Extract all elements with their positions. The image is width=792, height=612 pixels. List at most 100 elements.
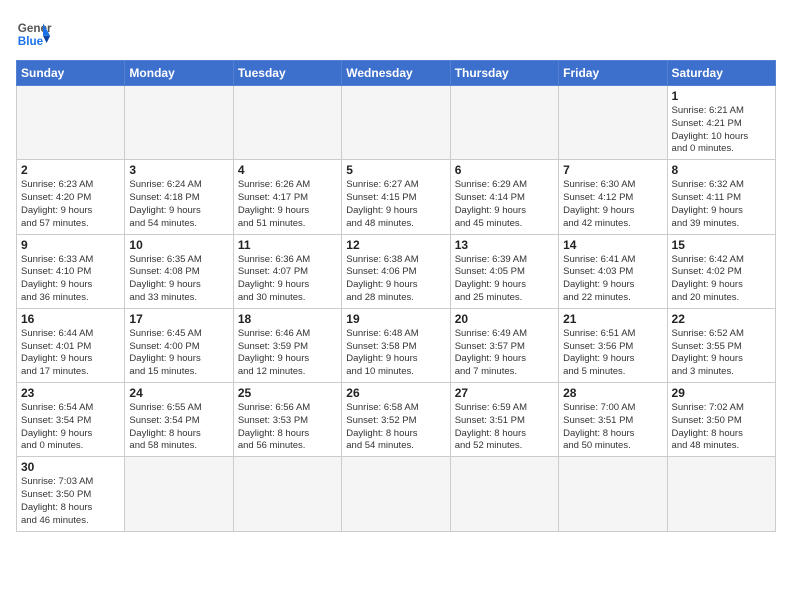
- day-number: 24: [129, 386, 228, 400]
- calendar-cell: 10Sunrise: 6:35 AM Sunset: 4:08 PM Dayli…: [125, 234, 233, 308]
- day-info: Sunrise: 6:59 AM Sunset: 3:51 PM Dayligh…: [455, 402, 554, 453]
- day-info: Sunrise: 6:52 AM Sunset: 3:55 PM Dayligh…: [672, 328, 771, 379]
- weekday-wednesday: Wednesday: [342, 61, 450, 86]
- calendar-cell: 5 Sunrise: 6:27 AM Sunset: 4:15 PM Daylig…: [342, 160, 450, 234]
- weekday-tuesday: Tuesday: [233, 61, 341, 86]
- day-info: Sunrise: 6:44 AM Sunset: 4:01 PM Dayligh…: [21, 328, 120, 379]
- day-info: Sunrise: 6:56 AM Sunset: 3:53 PM Dayligh…: [238, 402, 337, 453]
- day-info: Sunrise: 6:58 AM Sunset: 3:52 PM Dayligh…: [346, 402, 445, 453]
- day-number: 1: [672, 89, 771, 103]
- calendar-cell: 18 Sunrise: 6:46 AM Sunset: 3:59 PM Dayli…: [233, 308, 341, 382]
- logo-icon: General Blue: [16, 16, 52, 52]
- day-number: 8: [672, 163, 771, 177]
- day-number: 4: [238, 163, 337, 177]
- day-info: Sunrise: 7:02 AM Sunset: 3:50 PM Dayligh…: [672, 402, 771, 453]
- day-info: Sunrise: 6:32 AM Sunset: 4:11 PM Dayligh…: [672, 179, 771, 230]
- day-info: Sunrise: 6:30 AM Sunset: 4:12 PM Dayligh…: [563, 179, 662, 230]
- day-number: 16: [21, 312, 120, 326]
- calendar-cell: 27 Sunrise: 6:59 AM Sunset: 3:51 PM Dayli…: [450, 383, 558, 457]
- day-number: 11: [238, 238, 337, 252]
- calendar-cell: 8 Sunrise: 6:32 AM Sunset: 4:11 PM Daylig…: [667, 160, 775, 234]
- day-info: Sunrise: 7:03 AM Sunset: 3:50 PM Dayligh…: [21, 476, 120, 527]
- day-info: Sunrise: 6:35 AM Sunset: 4:08 PM Dayligh…: [129, 254, 228, 305]
- day-info: Sunrise: 6:55 AM Sunset: 3:54 PM Dayligh…: [129, 402, 228, 453]
- day-number: 12: [346, 238, 445, 252]
- calendar-week-2: 2 Sunrise: 6:23 AM Sunset: 4:20 PM Daylig…: [17, 160, 776, 234]
- calendar-cell: [342, 457, 450, 531]
- day-info: Sunrise: 6:29 AM Sunset: 4:14 PM Dayligh…: [455, 179, 554, 230]
- day-info: Sunrise: 6:21 AM Sunset: 4:21 PM Dayligh…: [672, 105, 771, 156]
- day-number: 2: [21, 163, 120, 177]
- day-info: Sunrise: 6:24 AM Sunset: 4:18 PM Dayligh…: [129, 179, 228, 230]
- day-number: 28: [563, 386, 662, 400]
- calendar-cell: 29 Sunrise: 7:02 AM Sunset: 3:50 PM Dayli…: [667, 383, 775, 457]
- day-number: 7: [563, 163, 662, 177]
- calendar-cell: [450, 86, 558, 160]
- day-number: 26: [346, 386, 445, 400]
- calendar-cell: 28 Sunrise: 7:00 AM Sunset: 3:51 PM Dayli…: [559, 383, 667, 457]
- day-info: Sunrise: 6:54 AM Sunset: 3:54 PM Dayligh…: [21, 402, 120, 453]
- day-number: 22: [672, 312, 771, 326]
- day-number: 9: [21, 238, 120, 252]
- day-number: 20: [455, 312, 554, 326]
- day-number: 18: [238, 312, 337, 326]
- calendar-cell: 22 Sunrise: 6:52 AM Sunset: 3:55 PM Dayli…: [667, 308, 775, 382]
- calendar-cell: [17, 86, 125, 160]
- calendar-week-6: 30 Sunrise: 7:03 AM Sunset: 3:50 PM Dayli…: [17, 457, 776, 531]
- calendar-cell: 1 Sunrise: 6:21 AM Sunset: 4:21 PM Daylig…: [667, 86, 775, 160]
- svg-text:Blue: Blue: [18, 35, 44, 48]
- weekday-thursday: Thursday: [450, 61, 558, 86]
- calendar-cell: 4 Sunrise: 6:26 AM Sunset: 4:17 PM Daylig…: [233, 160, 341, 234]
- day-number: 25: [238, 386, 337, 400]
- day-info: Sunrise: 6:48 AM Sunset: 3:58 PM Dayligh…: [346, 328, 445, 379]
- day-number: 21: [563, 312, 662, 326]
- logo: General Blue: [16, 16, 52, 52]
- calendar-cell: [559, 457, 667, 531]
- calendar-cell: 13Sunrise: 6:39 AM Sunset: 4:05 PM Dayli…: [450, 234, 558, 308]
- calendar-cell: 3 Sunrise: 6:24 AM Sunset: 4:18 PM Daylig…: [125, 160, 233, 234]
- day-number: 19: [346, 312, 445, 326]
- day-number: 6: [455, 163, 554, 177]
- weekday-monday: Monday: [125, 61, 233, 86]
- calendar-cell: 12 Sunrise: 6:38 AM Sunset: 4:06 PM Dayli…: [342, 234, 450, 308]
- day-number: 14: [563, 238, 662, 252]
- day-number: 30: [21, 460, 120, 474]
- calendar-cell: 16 Sunrise: 6:44 AM Sunset: 4:01 PM Dayli…: [17, 308, 125, 382]
- calendar-cell: 21 Sunrise: 6:51 AM Sunset: 3:56 PM Dayli…: [559, 308, 667, 382]
- calendar-cell: 17Sunrise: 6:45 AM Sunset: 4:00 PM Dayli…: [125, 308, 233, 382]
- day-number: 29: [672, 386, 771, 400]
- calendar-cell: 25 Sunrise: 6:56 AM Sunset: 3:53 PM Dayli…: [233, 383, 341, 457]
- calendar-week-5: 23Sunrise: 6:54 AM Sunset: 3:54 PM Dayli…: [17, 383, 776, 457]
- calendar-week-1: 1 Sunrise: 6:21 AM Sunset: 4:21 PM Daylig…: [17, 86, 776, 160]
- day-number: 15: [672, 238, 771, 252]
- calendar-cell: 19 Sunrise: 6:48 AM Sunset: 3:58 PM Dayli…: [342, 308, 450, 382]
- day-info: Sunrise: 6:38 AM Sunset: 4:06 PM Dayligh…: [346, 254, 445, 305]
- calendar-cell: 26 Sunrise: 6:58 AM Sunset: 3:52 PM Dayli…: [342, 383, 450, 457]
- day-info: Sunrise: 6:33 AM Sunset: 4:10 PM Dayligh…: [21, 254, 120, 305]
- day-info: Sunrise: 6:46 AM Sunset: 3:59 PM Dayligh…: [238, 328, 337, 379]
- day-info: Sunrise: 6:51 AM Sunset: 3:56 PM Dayligh…: [563, 328, 662, 379]
- calendar-cell: 24 Sunrise: 6:55 AM Sunset: 3:54 PM Dayli…: [125, 383, 233, 457]
- calendar-cell: [125, 457, 233, 531]
- day-info: Sunrise: 6:27 AM Sunset: 4:15 PM Dayligh…: [346, 179, 445, 230]
- day-info: Sunrise: 7:00 AM Sunset: 3:51 PM Dayligh…: [563, 402, 662, 453]
- calendar-cell: [559, 86, 667, 160]
- day-info: Sunrise: 6:23 AM Sunset: 4:20 PM Dayligh…: [21, 179, 120, 230]
- day-number: 3: [129, 163, 228, 177]
- day-number: 17: [129, 312, 228, 326]
- day-number: 5: [346, 163, 445, 177]
- calendar-cell: 7 Sunrise: 6:30 AM Sunset: 4:12 PM Daylig…: [559, 160, 667, 234]
- calendar-cell: 30 Sunrise: 7:03 AM Sunset: 3:50 PM Dayli…: [17, 457, 125, 531]
- day-number: 13: [455, 238, 554, 252]
- calendar-cell: [125, 86, 233, 160]
- day-info: Sunrise: 6:26 AM Sunset: 4:17 PM Dayligh…: [238, 179, 337, 230]
- day-info: Sunrise: 6:41 AM Sunset: 4:03 PM Dayligh…: [563, 254, 662, 305]
- calendar-cell: 14 Sunrise: 6:41 AM Sunset: 4:03 PM Dayli…: [559, 234, 667, 308]
- calendar-cell: 6 Sunrise: 6:29 AM Sunset: 4:14 PM Daylig…: [450, 160, 558, 234]
- day-number: 27: [455, 386, 554, 400]
- calendar-cell: [342, 86, 450, 160]
- calendar-cell: 15Sunrise: 6:42 AM Sunset: 4:02 PM Dayli…: [667, 234, 775, 308]
- calendar-table: SundayMondayTuesdayWednesdayThursdayFrid…: [16, 60, 776, 532]
- calendar-cell: 20Sunrise: 6:49 AM Sunset: 3:57 PM Dayli…: [450, 308, 558, 382]
- calendar-cell: [233, 457, 341, 531]
